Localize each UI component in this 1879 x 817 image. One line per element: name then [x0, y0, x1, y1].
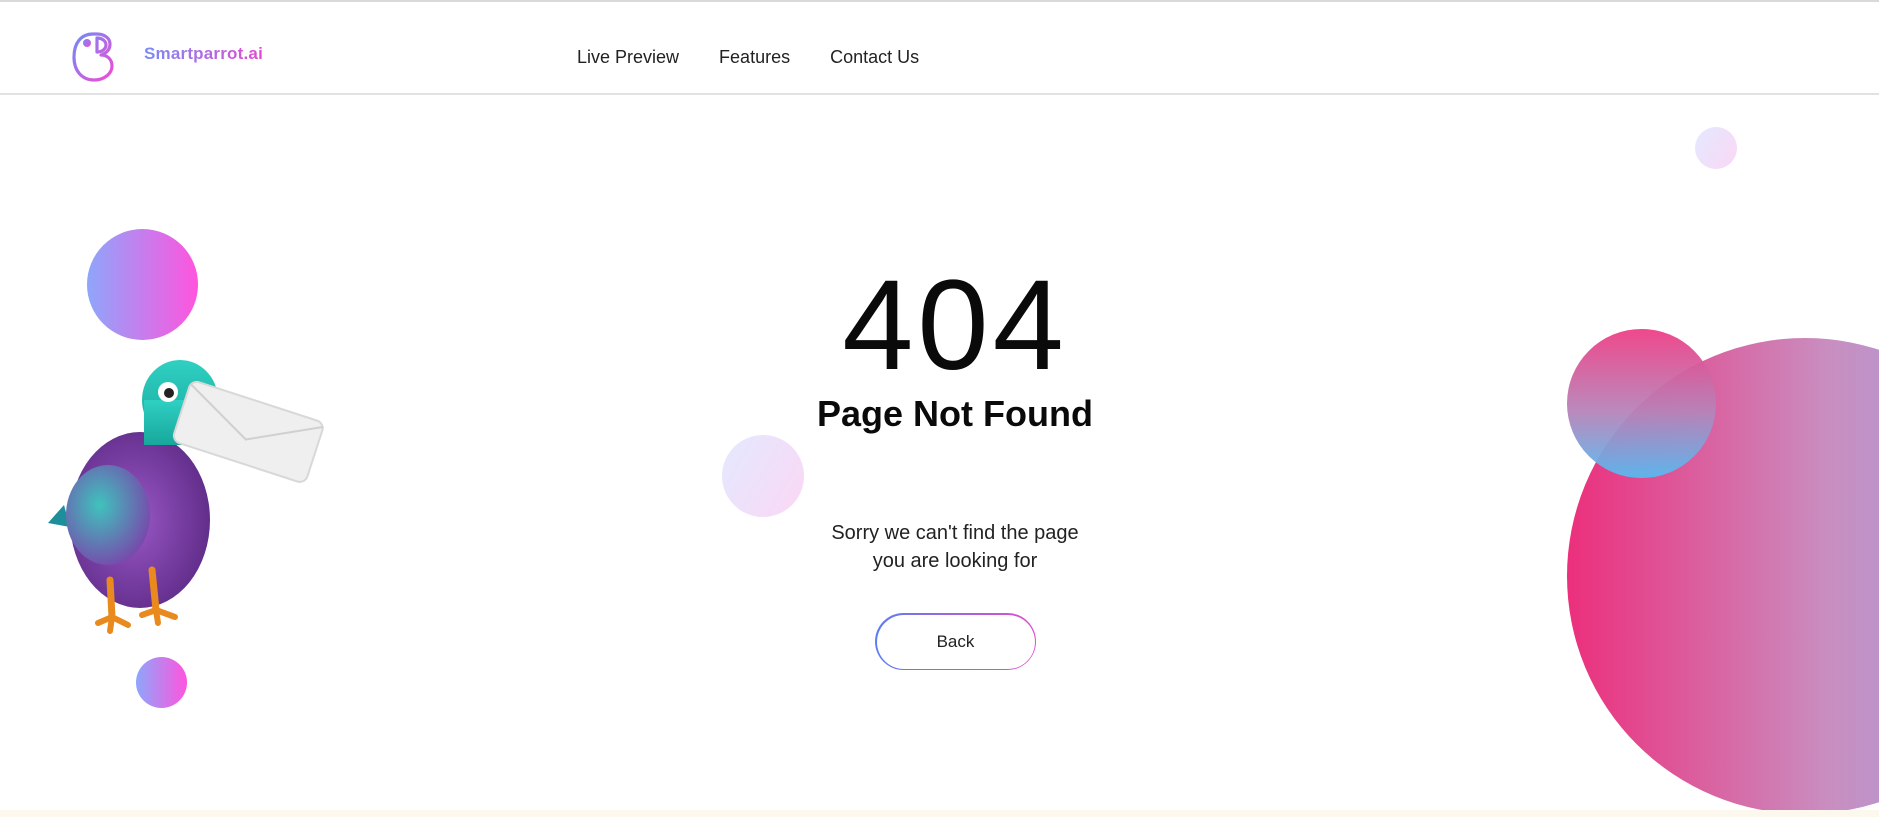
nav-contact-us[interactable]: Contact Us — [830, 47, 919, 68]
error-message-line-1: Sorry we can't find the page — [831, 522, 1079, 544]
error-message-line-2: you are looking for — [872, 550, 1038, 572]
decorative-bubble — [1567, 329, 1716, 478]
nav-live-preview[interactable]: Live Preview — [577, 47, 679, 68]
nav-features[interactable]: Features — [719, 47, 790, 68]
decorative-bubble — [136, 657, 187, 708]
decorative-bubble — [87, 229, 198, 340]
decorative-bubble — [722, 435, 804, 517]
decorative-bubble — [1695, 127, 1737, 169]
back-button-border[interactable]: Back — [875, 613, 1036, 670]
footer-strip — [0, 810, 1879, 817]
site-header: Smartparrot.ai Live Preview Features Con… — [0, 2, 1879, 95]
parrot-logo-icon — [72, 32, 114, 82]
main-nav: Live Preview Features Contact Us — [577, 47, 919, 68]
pigeon-with-envelope-illustration — [48, 360, 324, 634]
brand-name[interactable]: Smartparrot.ai — [144, 44, 263, 64]
error-message: Sorry we can't find the page you are loo… — [805, 519, 1105, 575]
page: Smartparrot.ai Live Preview Features Con… — [0, 0, 1879, 817]
back-button[interactable]: Back — [876, 614, 1035, 669]
